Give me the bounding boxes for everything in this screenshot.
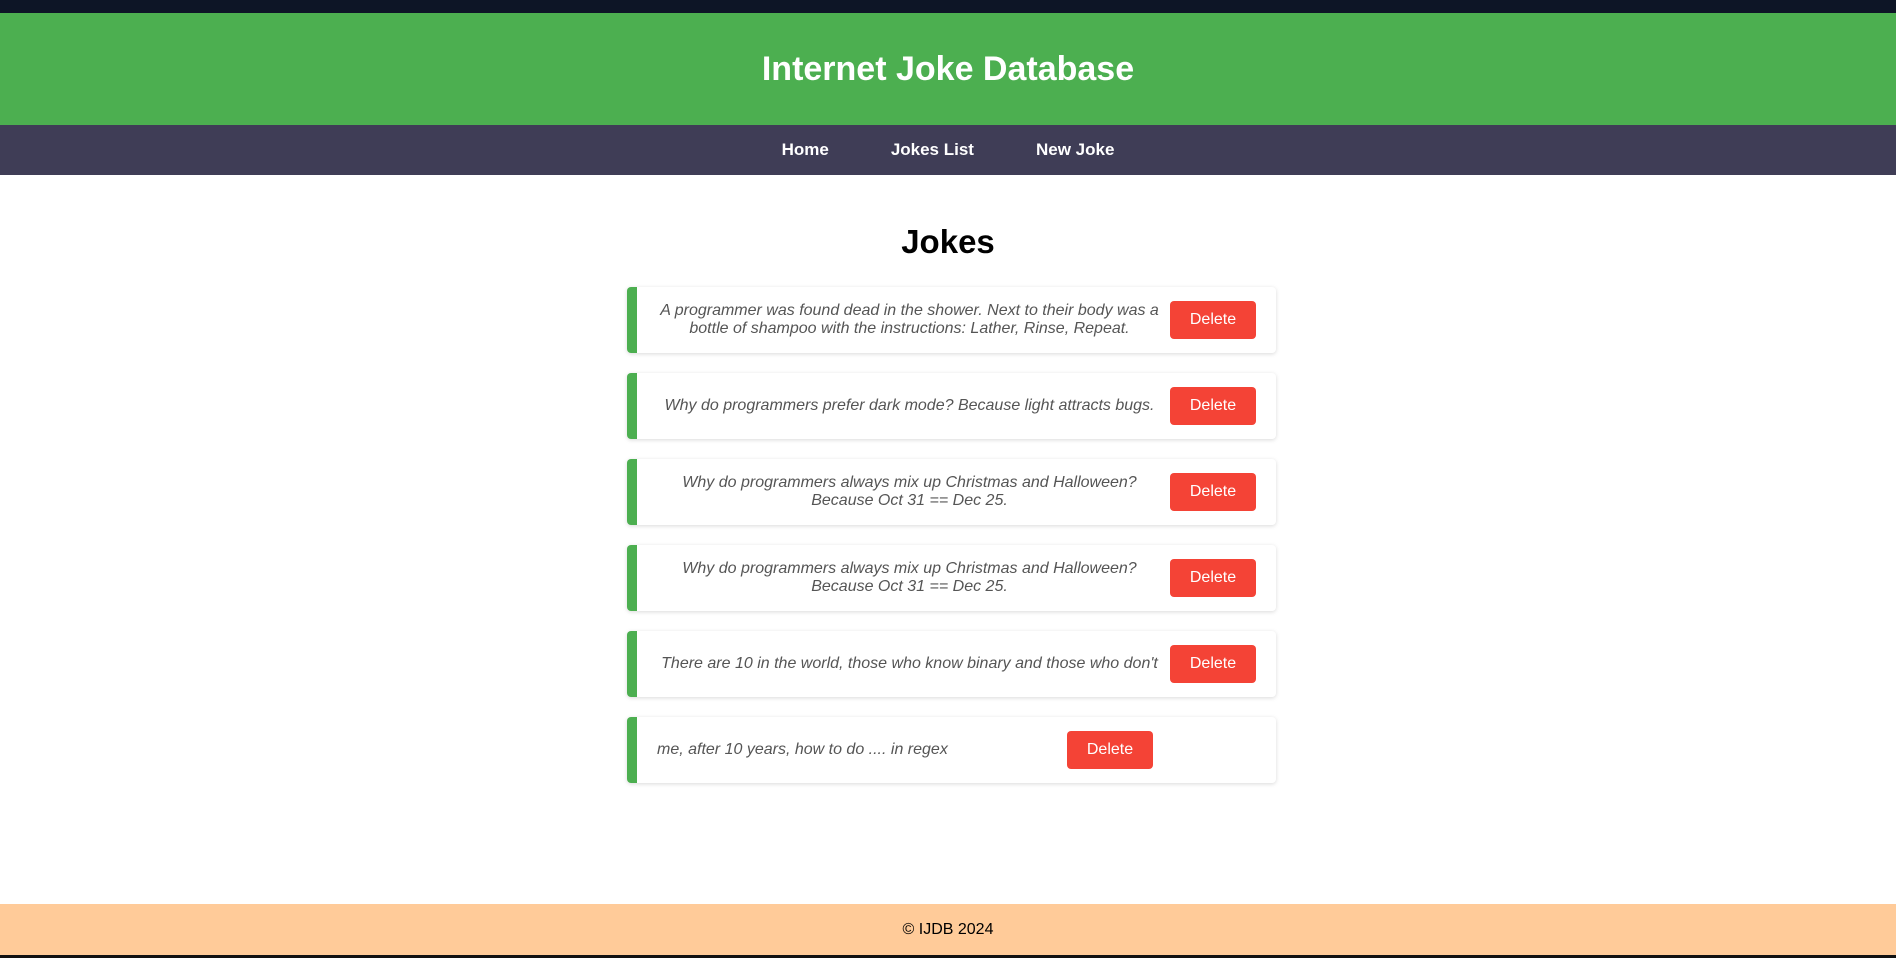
joke-card: Why do programmers prefer dark mode? Bec… xyxy=(627,373,1276,439)
site-header: Internet Joke Database xyxy=(0,13,1896,125)
nav-link-home[interactable]: Home xyxy=(751,140,860,160)
joke-text: There are 10 in the world, those who kno… xyxy=(661,655,1158,672)
page-title: Jokes xyxy=(901,223,995,260)
browser-bookmarks-bar xyxy=(0,0,1896,13)
main-nav: Home Jokes List New Joke xyxy=(0,125,1896,175)
delete-joke-button[interactable]: Delete xyxy=(1170,559,1256,597)
joke-card: There are 10 in the world, those who kno… xyxy=(627,631,1276,697)
delete-joke-button[interactable]: Delete xyxy=(1170,473,1256,511)
delete-joke-button[interactable]: Delete xyxy=(1170,645,1256,683)
joke-text: Why do programmers always mix up Christm… xyxy=(682,474,1137,509)
footer-copyright: © IJDB 2024 xyxy=(902,920,994,938)
site-title: Internet Joke Database xyxy=(761,49,1135,88)
joke-text: Why do programmers always mix up Christm… xyxy=(682,560,1137,595)
joke-card: Why do programmers always mix up Christm… xyxy=(627,545,1276,611)
joke-text: me, after 10 years, how to do .... in re… xyxy=(657,741,948,758)
joke-text: A programmer was found dead in the showe… xyxy=(660,302,1159,337)
joke-text: Why do programmers prefer dark mode? Bec… xyxy=(664,397,1155,414)
delete-joke-button[interactable]: Delete xyxy=(1067,731,1153,769)
nav-link-jokes-list[interactable]: Jokes List xyxy=(860,140,1005,160)
jokes-list: A programmer was found dead in the showe… xyxy=(627,287,1276,803)
nav-link-new-joke[interactable]: New Joke xyxy=(1005,140,1145,160)
site-footer: © IJDB 2024 xyxy=(0,904,1896,955)
joke-card: A programmer was found dead in the showe… xyxy=(627,287,1276,353)
delete-joke-button[interactable]: Delete xyxy=(1170,387,1256,425)
joke-card: me, after 10 years, how to do .... in re… xyxy=(627,717,1276,783)
delete-joke-button[interactable]: Delete xyxy=(1170,301,1256,339)
main-content: Jokes A programmer was found dead in the… xyxy=(0,175,1896,904)
joke-card: Why do programmers always mix up Christm… xyxy=(627,459,1276,525)
